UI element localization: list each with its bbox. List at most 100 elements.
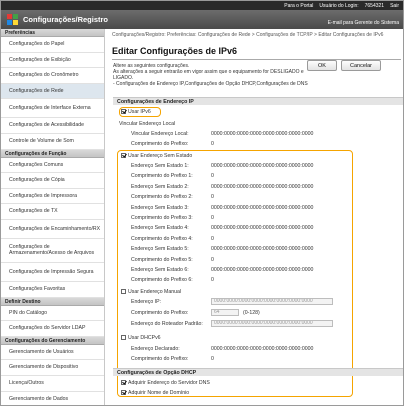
sidebar-item-label: Configurações Comuns [9, 161, 64, 168]
stateless-row-value: 0000:0000:0000:0000:0000:0000:0000:0000 [211, 183, 314, 190]
use-ipv6-option[interactable]: Usar IPv6 [121, 109, 151, 115]
sidebar-item[interactable]: Configurações de Interface Externa [1, 99, 104, 119]
sidebar-item[interactable]: Gerenciamento de Dispositivo [1, 360, 104, 376]
sidebar-item-label: Gerenciamento de Dados [9, 395, 69, 402]
dhcp-prefix-label: Comprimento do Prefixo: [131, 356, 189, 362]
sidebar-item-label: Configurações de Exibição [9, 56, 71, 63]
mail-admin-link[interactable]: E-mail para Gerente do Sistema [328, 20, 399, 26]
router-address-label: Endereço do Roteador Padrão: [131, 321, 203, 327]
acquire-domain-label: Adquirir Nome de Domínio [128, 390, 190, 396]
stateless-row-label: Endereço Sem Estado 4: [131, 225, 189, 232]
declared-address-label: Endereço Declarado: [131, 346, 180, 352]
sidebar-item[interactable]: Controle de Volume de Som [1, 134, 104, 150]
acquire-domain-option[interactable]: Adquirir Nome de Domínio [121, 390, 189, 396]
manual-prefix-label: Comprimento do Prefixo: [131, 310, 189, 316]
logout-link[interactable]: Sair [390, 3, 399, 9]
manual-prefix-range: (0-128) [243, 310, 260, 316]
router-address-input[interactable]: 0000:0000:0000:0000:0000:0000:0000:0000 [211, 320, 333, 327]
sidebar-item[interactable]: Configurações de Encaminhamento/RX [1, 220, 104, 239]
top-bar: Para o Portal Usuário do Login: 7654321 … [1, 1, 403, 10]
app-header: Configurações/Registro E-mail para Geren… [1, 10, 403, 29]
sidebar-item[interactable]: Configurações de Armazenamento/Acesso de… [1, 239, 104, 263]
dhcpv6-label: Usar DHCPv6 [128, 335, 161, 341]
sidebar-item-label: Configurações de Rede [9, 87, 64, 94]
dhcpv6-checkbox[interactable] [121, 335, 126, 340]
acquire-dns-checkbox[interactable] [121, 380, 126, 385]
sidebar-item-label: Configurações do Servidor LDAP [9, 325, 86, 332]
sidebar-item-label: Configurações Favoritas [9, 285, 66, 292]
stateless-row-label: Comprimento do Prefixo 2: [131, 194, 193, 201]
link-local-heading: Vincular Endereço Local [119, 121, 176, 127]
browser-frame: Para o Portal Usuário do Login: 7654321 … [0, 0, 404, 406]
sidebar-section-header: Definir Destino [1, 297, 104, 306]
sidebar-item[interactable]: Configurações de Rede [1, 83, 104, 100]
sidebar-item-label: PIN do Catálogo [9, 309, 48, 316]
stateless-row-label: Endereço Sem Estado 6: [131, 267, 189, 273]
sidebar-item-label: Configurações de Encaminhamento/RX [9, 225, 101, 232]
sidebar-section-header: Preferências [1, 29, 104, 37]
sidebar-item[interactable]: Configurações de TX [1, 204, 104, 220]
sidebar-item[interactable]: Configurações de Acessibilidade [1, 118, 104, 134]
dhcpv6-option[interactable]: Usar DHCPv6 [121, 335, 161, 341]
sidebar-item[interactable]: Configurações de Impressora [1, 189, 104, 205]
sidebar-item-label: Licença/Outros [9, 379, 44, 386]
sidebar-item[interactable]: Configurações Favoritas [1, 282, 104, 298]
sidebar-item-label: Configurações de Acessibilidade [9, 122, 84, 129]
sidebar-item-label: Configurações de Impressão Segura [9, 268, 94, 275]
sidebar-item-label: Configurações de Interface Externa [9, 105, 91, 112]
sidebar-item-label: Configurações de Armazenamento/Acesso de… [9, 243, 95, 257]
sidebar-item-label: Configurações do Papel [9, 41, 65, 48]
manual-checkbox[interactable] [121, 289, 126, 294]
sidebar-item[interactable]: Configurações de Cópia [1, 173, 104, 189]
sidebar-item[interactable]: PIN do Catálogo [1, 306, 104, 322]
ip-settings-header: Configurações de Endereço IP [113, 97, 403, 105]
ok-button[interactable]: OK [307, 60, 337, 71]
portal-link[interactable]: Para o Portal [284, 3, 313, 9]
sidebar-item[interactable]: Configurações de Exibição [1, 53, 104, 69]
declared-address-value: 0000:0000:0000:0000:0000:0000:0000:0000 [211, 346, 314, 352]
notice-text: Altere as seguintes configurações. As al… [113, 63, 308, 87]
stateless-checkbox[interactable] [121, 153, 126, 158]
stateless-row-label: Comprimento do Prefixo 3: [131, 215, 193, 221]
stateless-row-value: 0000:0000:0000:0000:0000:0000:0000:0000 [211, 246, 314, 253]
link-local-prefix-value: 0 [211, 141, 214, 147]
stateless-row-label: Endereço Sem Estado 3: [131, 204, 189, 211]
sidebar-item[interactable]: Gerenciamento de Usuários [1, 345, 104, 361]
sidebar-item-label: Gerenciamento de Usuários [9, 348, 74, 355]
ip-address-label: Endereço IP: [131, 299, 161, 305]
sidebar-item-label: Configurações de TX [9, 208, 58, 215]
stateless-row-value: 0 [211, 173, 214, 180]
sidebar-item-label: Configurações do Cronômetro [9, 72, 79, 79]
stateless-row-value: 0000:0000:0000:0000:0000:0000:0000:0000 [211, 204, 314, 211]
stateless-row-value: 0000:0000:0000:0000:0000:0000:0000:0000 [211, 163, 314, 169]
use-ipv6-label: Usar IPv6 [128, 109, 151, 115]
sidebar-item[interactable]: Licença/Outros [1, 376, 104, 392]
sidebar-item[interactable]: Configurações do Servidor LDAP [1, 321, 104, 337]
stateless-label: Usar Endereço Sem Estado [128, 153, 193, 159]
sidebar: Preferências Configurações do Papel Config… [1, 29, 105, 406]
acquire-domain-checkbox[interactable] [121, 390, 126, 395]
cancel-button[interactable]: Cancelar [341, 60, 381, 71]
stateless-row-label: Endereço Sem Estado 5: [131, 246, 189, 253]
user-label: Usuário do Login: [319, 2, 359, 9]
sidebar-item[interactable]: Configurações de Impressão Segura [1, 263, 104, 282]
main-panel: Configurações/Registro: Preferências: Co… [107, 29, 403, 405]
sidebar-item[interactable]: Gerenciamento de Dados [1, 392, 104, 406]
manual-prefix-input[interactable]: 64 [211, 309, 239, 316]
sidebar-section-header: Configurações do Gerenciamento [1, 336, 104, 345]
stateless-row-label: Endereço Sem Estado 1: [131, 163, 189, 169]
breadcrumb: Configurações/Registro: Preferências: Co… [112, 32, 384, 38]
dhcp-options-header: Configurações de Opção DHCP [113, 368, 403, 376]
stateless-row-value: 0 [211, 256, 214, 263]
manual-option[interactable]: Usar Endereço Manual [121, 289, 181, 295]
stateless-row-value: 0 [211, 235, 214, 242]
link-local-address-label: Vincular Endereço Local: [131, 131, 189, 137]
ip-address-input[interactable]: 0000:0000:0000:0000:0000:0000:0000:0000 [211, 298, 333, 305]
stateless-option[interactable]: Usar Endereço Sem Estado [121, 153, 192, 159]
sidebar-item[interactable]: Configurações do Papel [1, 37, 104, 53]
sidebar-item[interactable]: Configurações Comuns [1, 158, 104, 174]
sidebar-item[interactable]: Configurações do Cronômetro [1, 68, 104, 84]
acquire-dns-option[interactable]: Adquirir Endereço do Servidor DNS [121, 380, 210, 386]
use-ipv6-checkbox[interactable] [121, 109, 126, 114]
link-local-address-value: 0000:0000:0000:0000:0000:0000:0000:0000 [211, 131, 314, 137]
